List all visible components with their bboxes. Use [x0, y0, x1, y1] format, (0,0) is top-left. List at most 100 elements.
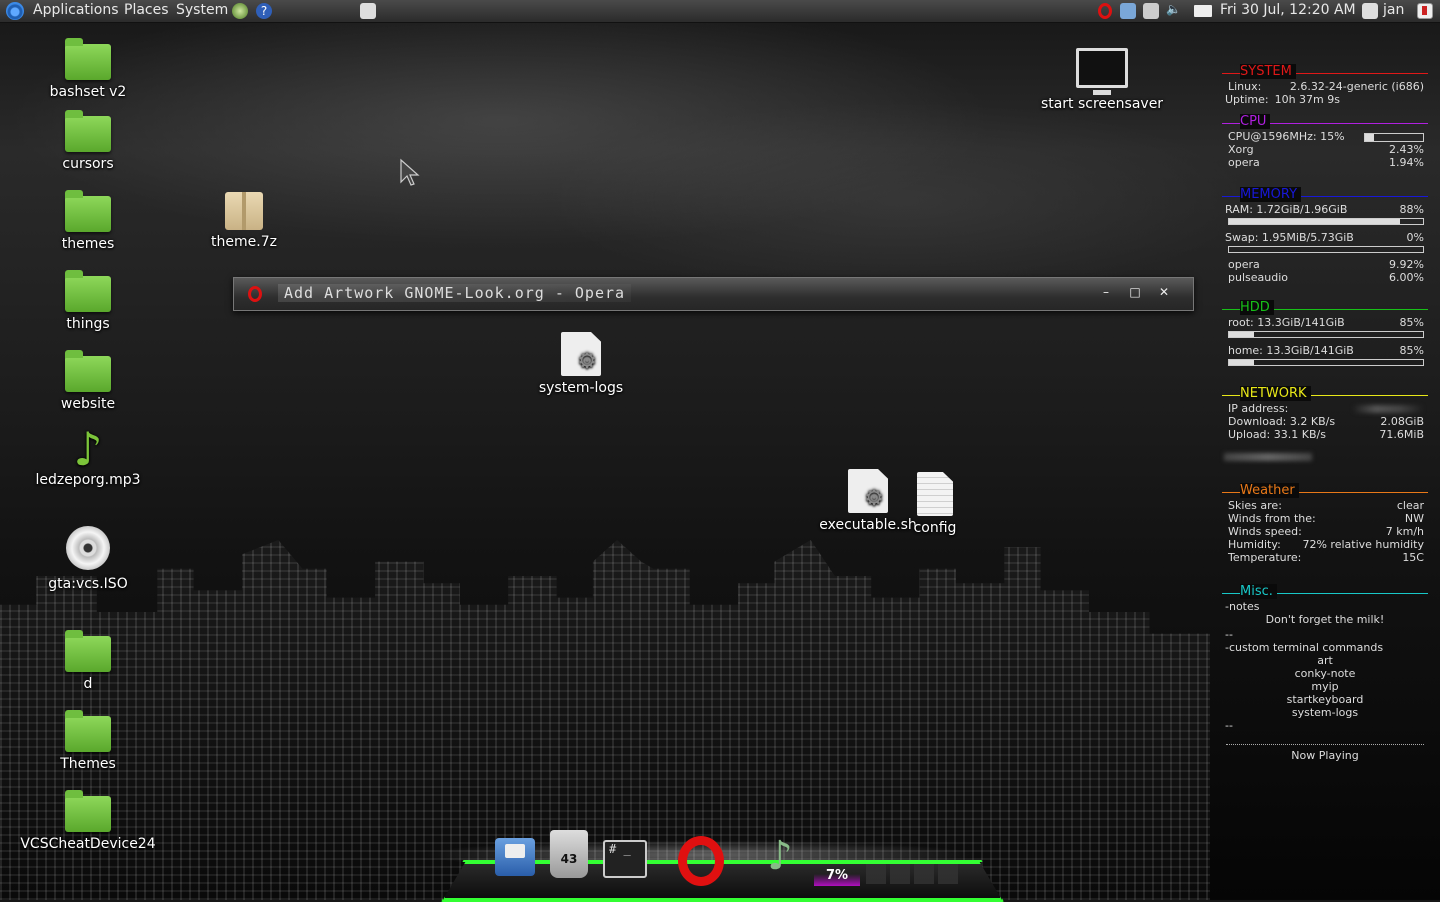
row-value: 6.00%: [1389, 271, 1424, 284]
desktop-icon-executable-sh[interactable]: ⚙ executable.sh: [818, 469, 918, 533]
system-menu[interactable]: System: [176, 2, 228, 18]
icon-label: things: [66, 316, 110, 332]
separator-text: --: [1225, 628, 1233, 641]
ram-bar: [1228, 218, 1424, 225]
screenshot-tray-icon[interactable]: [1143, 3, 1159, 19]
section-memory: MEMORY: [1222, 187, 1428, 203]
row-value: 71.6MiB: [1379, 428, 1424, 441]
row-value: 9.92%: [1389, 258, 1424, 271]
row-weather: Winds speed: 7 km/h: [1222, 525, 1428, 538]
folder-icon: [65, 110, 111, 152]
network-tray-icon[interactable]: [1120, 3, 1136, 19]
row-ip: IP address:: [1222, 402, 1428, 415]
user-name[interactable]: jan: [1383, 2, 1404, 18]
close-button[interactable]: ✕: [1156, 284, 1172, 300]
row-ram: RAM: 1.72GiB/1.96GiB 88%: [1222, 203, 1428, 216]
cpu-bar: [1364, 133, 1424, 142]
command-item: system-logs: [1291, 706, 1359, 719]
desktop-icon-theme-7z[interactable]: theme.7z: [174, 192, 314, 250]
divider: [1226, 744, 1424, 745]
icon-label: VCSCheatDevice24: [20, 836, 156, 852]
opera-tray-icon[interactable]: [1098, 3, 1112, 19]
desktop-icon-start-screensaver[interactable]: start screensaver: [1032, 48, 1172, 112]
row-uptime: Uptime: 10h 37m 9s: [1222, 93, 1428, 106]
dock-trash-icon[interactable]: 43: [550, 830, 588, 878]
dock-file-manager-icon[interactable]: [495, 838, 535, 876]
executable-script-icon: ⚙: [561, 332, 601, 376]
disc-image-icon: [66, 526, 110, 570]
row-label: Uptime:: [1225, 93, 1269, 106]
row-value: 2.43%: [1389, 143, 1424, 156]
icon-label: d: [83, 676, 93, 692]
shutdown-icon[interactable]: [1417, 3, 1433, 19]
desktop-icon-d[interactable]: d: [18, 630, 158, 692]
mail-icon[interactable]: [1194, 5, 1212, 17]
home-bar: [1228, 359, 1424, 366]
section-title: HDD: [1240, 300, 1274, 315]
volume-icon[interactable]: 🔈: [1166, 2, 1181, 16]
row-weather: Temperature: 15C: [1222, 551, 1428, 564]
desktop-icon-cursors[interactable]: cursors: [18, 110, 158, 172]
icon-label: Themes: [60, 756, 116, 772]
places-menu[interactable]: Places: [124, 2, 169, 18]
text-file-icon: [917, 472, 953, 516]
folder-icon: [65, 630, 111, 672]
desktop-icon-system-logs[interactable]: ⚙ system-logs: [511, 332, 651, 396]
icon-label: executable.sh: [819, 517, 917, 533]
swap-bar: [1228, 246, 1424, 253]
web-browser-launcher-icon[interactable]: [232, 3, 248, 19]
desktop-icon-vcscheatdevice24[interactable]: VCSCheatDevice24: [18, 790, 158, 852]
desktop-icon-themes-2[interactable]: Themes: [18, 710, 158, 772]
row-label: Winds speed:: [1228, 525, 1302, 538]
row-label: Upload: 33.1 KB/s: [1228, 428, 1326, 441]
applications-menu[interactable]: Applications: [33, 2, 119, 18]
dock-cpu-monitor[interactable]: 7%: [814, 866, 860, 886]
row-label: Humidity:: [1228, 538, 1281, 551]
maximize-button[interactable]: □: [1127, 284, 1143, 300]
command-item: art: [1317, 654, 1333, 667]
command-item: startkeyboard: [1286, 693, 1364, 706]
minimize-button[interactable]: –: [1098, 284, 1114, 300]
icon-label: bashset v2: [49, 84, 127, 100]
row-value: 10h 37m 9s: [1274, 93, 1340, 106]
section-title: Weather: [1240, 483, 1299, 498]
row-label: Linux:: [1228, 80, 1262, 93]
desktop-icon-ledzeporg-mp3[interactable]: ♪ ledzeporg.mp3: [18, 426, 158, 488]
dock-opera-icon[interactable]: [678, 836, 724, 886]
desktop-icon-themes[interactable]: themes: [18, 190, 158, 252]
section-system: SYSTEM: [1222, 64, 1428, 80]
row-label: Xorg: [1228, 143, 1254, 156]
help-icon[interactable]: ?: [256, 3, 272, 19]
section-weather: Weather: [1222, 483, 1428, 499]
desktop-icon-config[interactable]: config: [905, 472, 965, 536]
icon-label: system-logs: [538, 380, 624, 396]
desktop-icon-bashset-v2[interactable]: bashset v2: [18, 38, 158, 100]
note-text: Don't forget the milk!: [1265, 613, 1385, 626]
top-panel: Applications Places System ? 🔈 Fri 30 Ju…: [0, 0, 1440, 23]
dock-music-player-icon[interactable]: ♪: [760, 834, 800, 878]
opera-window-titlebar[interactable]: Add Artwork GNOME-Look.org - Opera – □ ✕: [233, 277, 1194, 311]
desktop-icon-website[interactable]: website: [18, 350, 158, 412]
icon-label: gta:vcs.ISO: [48, 576, 128, 592]
dock-terminal-icon[interactable]: # _: [603, 840, 647, 878]
row-value: NW: [1404, 512, 1424, 525]
section-hdd: HDD: [1222, 300, 1428, 316]
row-value: 85%: [1399, 316, 1424, 329]
redacted-blur: [1224, 453, 1312, 461]
row-upload: Upload: 33.1 KB/s 71.6MiB: [1222, 428, 1428, 441]
desktop-icon-things[interactable]: things: [18, 270, 158, 332]
section-title: NETWORK: [1240, 386, 1311, 401]
row-value: 2.6.32-24-generic (i686): [1289, 80, 1424, 93]
icon-label: start screensaver: [1040, 96, 1164, 112]
home-bar-fill: [1229, 360, 1255, 365]
dock-workspace-switcher[interactable]: [866, 864, 962, 884]
clock[interactable]: Fri 30 Jul, 12:20 AM: [1220, 2, 1356, 18]
row-label: opera: [1228, 156, 1260, 169]
section-title: CPU: [1240, 114, 1271, 129]
row-home: home: 13.3GiB/141GiB 85%: [1222, 344, 1428, 357]
gnome-foot-icon[interactable]: [6, 2, 24, 20]
show-desktop-icon[interactable]: [360, 3, 376, 19]
row-label: Download: 3.2 KB/s: [1228, 415, 1336, 428]
cpu-percent: 7%: [825, 868, 849, 883]
desktop-icon-gta-vcs-iso[interactable]: gta:vcs.ISO: [18, 526, 158, 592]
